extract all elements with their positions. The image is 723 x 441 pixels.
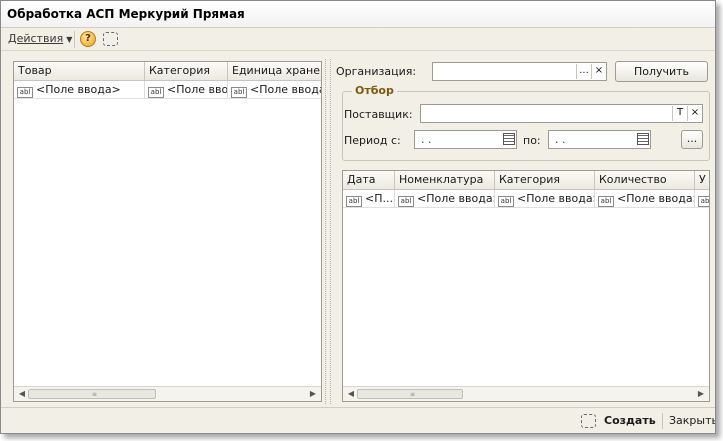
goods-table: Товар Категория Единица хранения abl<Пол…: [13, 61, 322, 402]
column-header-category[interactable]: Категория: [495, 171, 595, 190]
window: Обработка АСП Меркурий Прямая Действия ▼ …: [0, 0, 716, 434]
text-field-icon: abl: [17, 87, 33, 98]
period-to-value: . .: [555, 133, 566, 146]
organization-label: Организация:: [336, 65, 417, 78]
text-field-icon: abl: [598, 196, 614, 207]
bottom-bar: Создать Закрыть: [1, 407, 715, 433]
select-icon[interactable]: ...: [576, 64, 591, 79]
scroll-thumb[interactable]: ≡: [357, 389, 463, 399]
create-icon[interactable]: [581, 414, 596, 428]
calendar-icon[interactable]: [503, 133, 515, 145]
grip-icon: ≡: [410, 391, 416, 398]
table-cell[interactable]: abl<Поле ввода>: [14, 81, 145, 99]
dropdown-arrow-icon: ▼: [66, 35, 73, 44]
table-cell[interactable]: abl<Поле ввода>: [145, 81, 228, 99]
table-cell[interactable]: abl: [695, 190, 709, 208]
supplier-label: Поставщик:: [344, 108, 413, 121]
period-from-field[interactable]: . .: [414, 130, 517, 149]
scroll-left-icon[interactable]: ◀: [346, 389, 356, 399]
table-cell[interactable]: abl<Поле ввода>: [495, 190, 595, 208]
documents-table: Дата Номенклатура Категория Количество У…: [342, 170, 710, 402]
table-cell[interactable]: abl<Поле ввода>: [595, 190, 695, 208]
actions-label: Действия: [8, 32, 64, 45]
horizontal-scrollbar[interactable]: ◀ ≡ ▶: [343, 386, 709, 401]
text-field-icon: abl: [231, 87, 247, 98]
table-cell[interactable]: abl<Поле ввода>: [228, 81, 321, 99]
help-icon[interactable]: ?: [80, 31, 96, 47]
table-row[interactable]: abl<Поле ввода> abl<Поле ввода> abl<Поле…: [14, 81, 321, 99]
column-header-quantity[interactable]: Количество: [595, 171, 695, 190]
organization-field[interactable]: ... ×: [432, 62, 607, 81]
cell-text: <Поле ввода>: [417, 192, 495, 205]
actions-menu[interactable]: Действия ▼: [8, 32, 72, 45]
column-header-goods[interactable]: Товар: [14, 62, 145, 81]
supplier-field[interactable]: T ×: [420, 104, 703, 123]
panel-splitter[interactable]: [325, 59, 331, 404]
column-header-category[interactable]: Категория: [145, 62, 228, 81]
clear-icon[interactable]: ×: [687, 106, 702, 121]
window-title: Обработка АСП Меркурий Прямая: [7, 7, 245, 21]
table-cell[interactable]: abl <П...: [343, 190, 395, 208]
column-header-date[interactable]: Дата: [343, 171, 395, 190]
form-settings-icon[interactable]: [103, 32, 118, 46]
toolbar-separator: [74, 31, 75, 48]
period-from-label: Период с:: [344, 134, 401, 147]
cell-text: <Поле ввода>: [167, 83, 228, 96]
text-field-icon: abl: [346, 196, 362, 207]
calendar-icon[interactable]: [637, 133, 649, 145]
period-from-value: . .: [421, 133, 432, 146]
title-bar: Обработка АСП Меркурий Прямая: [1, 1, 715, 28]
filter-group-title: Отбор: [352, 84, 397, 97]
get-button[interactable]: Получить: [615, 61, 708, 82]
column-header-unit[interactable]: У: [695, 171, 709, 190]
bottom-separator: [662, 413, 663, 429]
cell-text: <Поле ввода>: [517, 192, 595, 205]
cell-text: <П...: [365, 192, 393, 205]
horizontal-scrollbar[interactable]: ◀ ≡ ▶: [14, 386, 321, 401]
scroll-right-icon[interactable]: ▶: [696, 389, 706, 399]
grip-icon: ≡: [92, 391, 98, 398]
goods-table-header: Товар Категория Единица хранения: [14, 62, 321, 81]
period-to-field[interactable]: . .: [548, 130, 651, 149]
type-select-icon[interactable]: T: [672, 106, 687, 121]
text-field-icon: abl: [498, 196, 514, 207]
scroll-thumb[interactable]: ≡: [28, 389, 156, 399]
text-field-icon: abl: [698, 196, 709, 207]
scroll-right-icon[interactable]: ▶: [308, 389, 318, 399]
scroll-left-icon[interactable]: ◀: [17, 389, 27, 399]
text-field-icon: abl: [398, 196, 414, 207]
cell-text: <Поле ввода>: [617, 192, 695, 205]
text-field-icon: abl: [148, 87, 164, 98]
period-to-label: по:: [523, 134, 541, 147]
cell-text: <Поле ввода>: [250, 83, 321, 96]
cell-text: <Поле ввода>: [36, 83, 121, 96]
column-header-nomenclature[interactable]: Номенклатура: [395, 171, 495, 190]
table-row[interactable]: abl <П... abl <Поле ввода> abl <Поле ввода>…: [343, 190, 709, 208]
clear-icon[interactable]: ×: [591, 64, 606, 79]
close-button[interactable]: Закрыть: [669, 414, 715, 427]
toolbar: Действия ▼ ?: [1, 28, 715, 51]
table-cell[interactable]: abl<Поле ввода>: [395, 190, 495, 208]
column-header-storage-unit[interactable]: Единица хранения: [228, 62, 321, 81]
period-select-button[interactable]: ...: [681, 130, 703, 149]
create-button[interactable]: Создать: [604, 414, 656, 427]
documents-table-header: Дата Номенклатура Категория Количество У: [343, 171, 709, 190]
filter-group: [342, 91, 710, 161]
